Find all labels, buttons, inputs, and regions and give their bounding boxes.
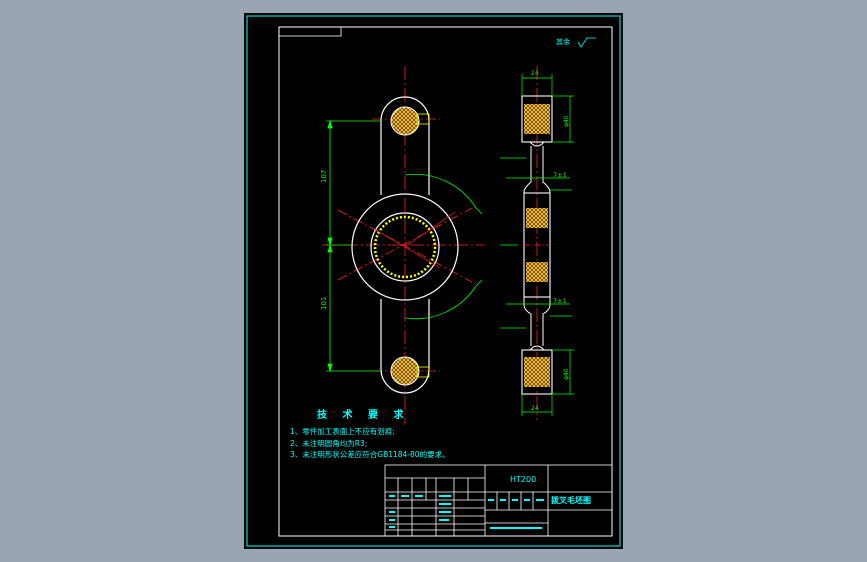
roughness-label: 其余 bbox=[556, 38, 570, 46]
front-view: 107 101 bbox=[320, 66, 485, 425]
dim-front-upper: 107 bbox=[320, 170, 328, 183]
cad-drawing: 107 101 24 φ40 7±1 7±1 φ40 24 bbox=[246, 15, 621, 547]
tech-requirement-1: 1、零件加工表面上不应有划痕; bbox=[290, 427, 395, 436]
side-middle-hub bbox=[523, 192, 551, 298]
lower-boss bbox=[390, 356, 430, 386]
dim-side-bottom-width: 24 bbox=[531, 405, 539, 412]
roughness-symbol bbox=[577, 37, 596, 48]
dim-side-top-dia: φ40 bbox=[563, 115, 570, 127]
code-box bbox=[278, 26, 342, 37]
tech-requirement-3: 3、未注明形状公差应符合GB1184-80的要求。 bbox=[290, 450, 450, 459]
dim-side-top-width: 24 bbox=[531, 70, 539, 77]
side-view: 24 φ40 7±1 7±1 φ40 24 bbox=[500, 66, 574, 420]
dim-front-lower: 101 bbox=[320, 297, 328, 310]
tech-requirement-2: 2、未注明圆角均为R3; bbox=[290, 439, 368, 448]
dim-side-mid-upper: 7±1 bbox=[553, 171, 567, 179]
dim-side-bottom-dia: φ40 bbox=[563, 368, 570, 380]
outer-border bbox=[246, 15, 621, 547]
material-label: HT200 bbox=[510, 475, 537, 484]
angle-dims bbox=[404, 173, 483, 320]
upper-boss bbox=[390, 106, 430, 136]
part-name: 拨叉毛坯图 bbox=[551, 496, 591, 505]
front-vertical-dims bbox=[326, 119, 380, 373]
tech-requirements-title: 技 术 要 求 bbox=[317, 410, 410, 421]
dim-side-mid-lower: 7±1 bbox=[553, 297, 567, 305]
